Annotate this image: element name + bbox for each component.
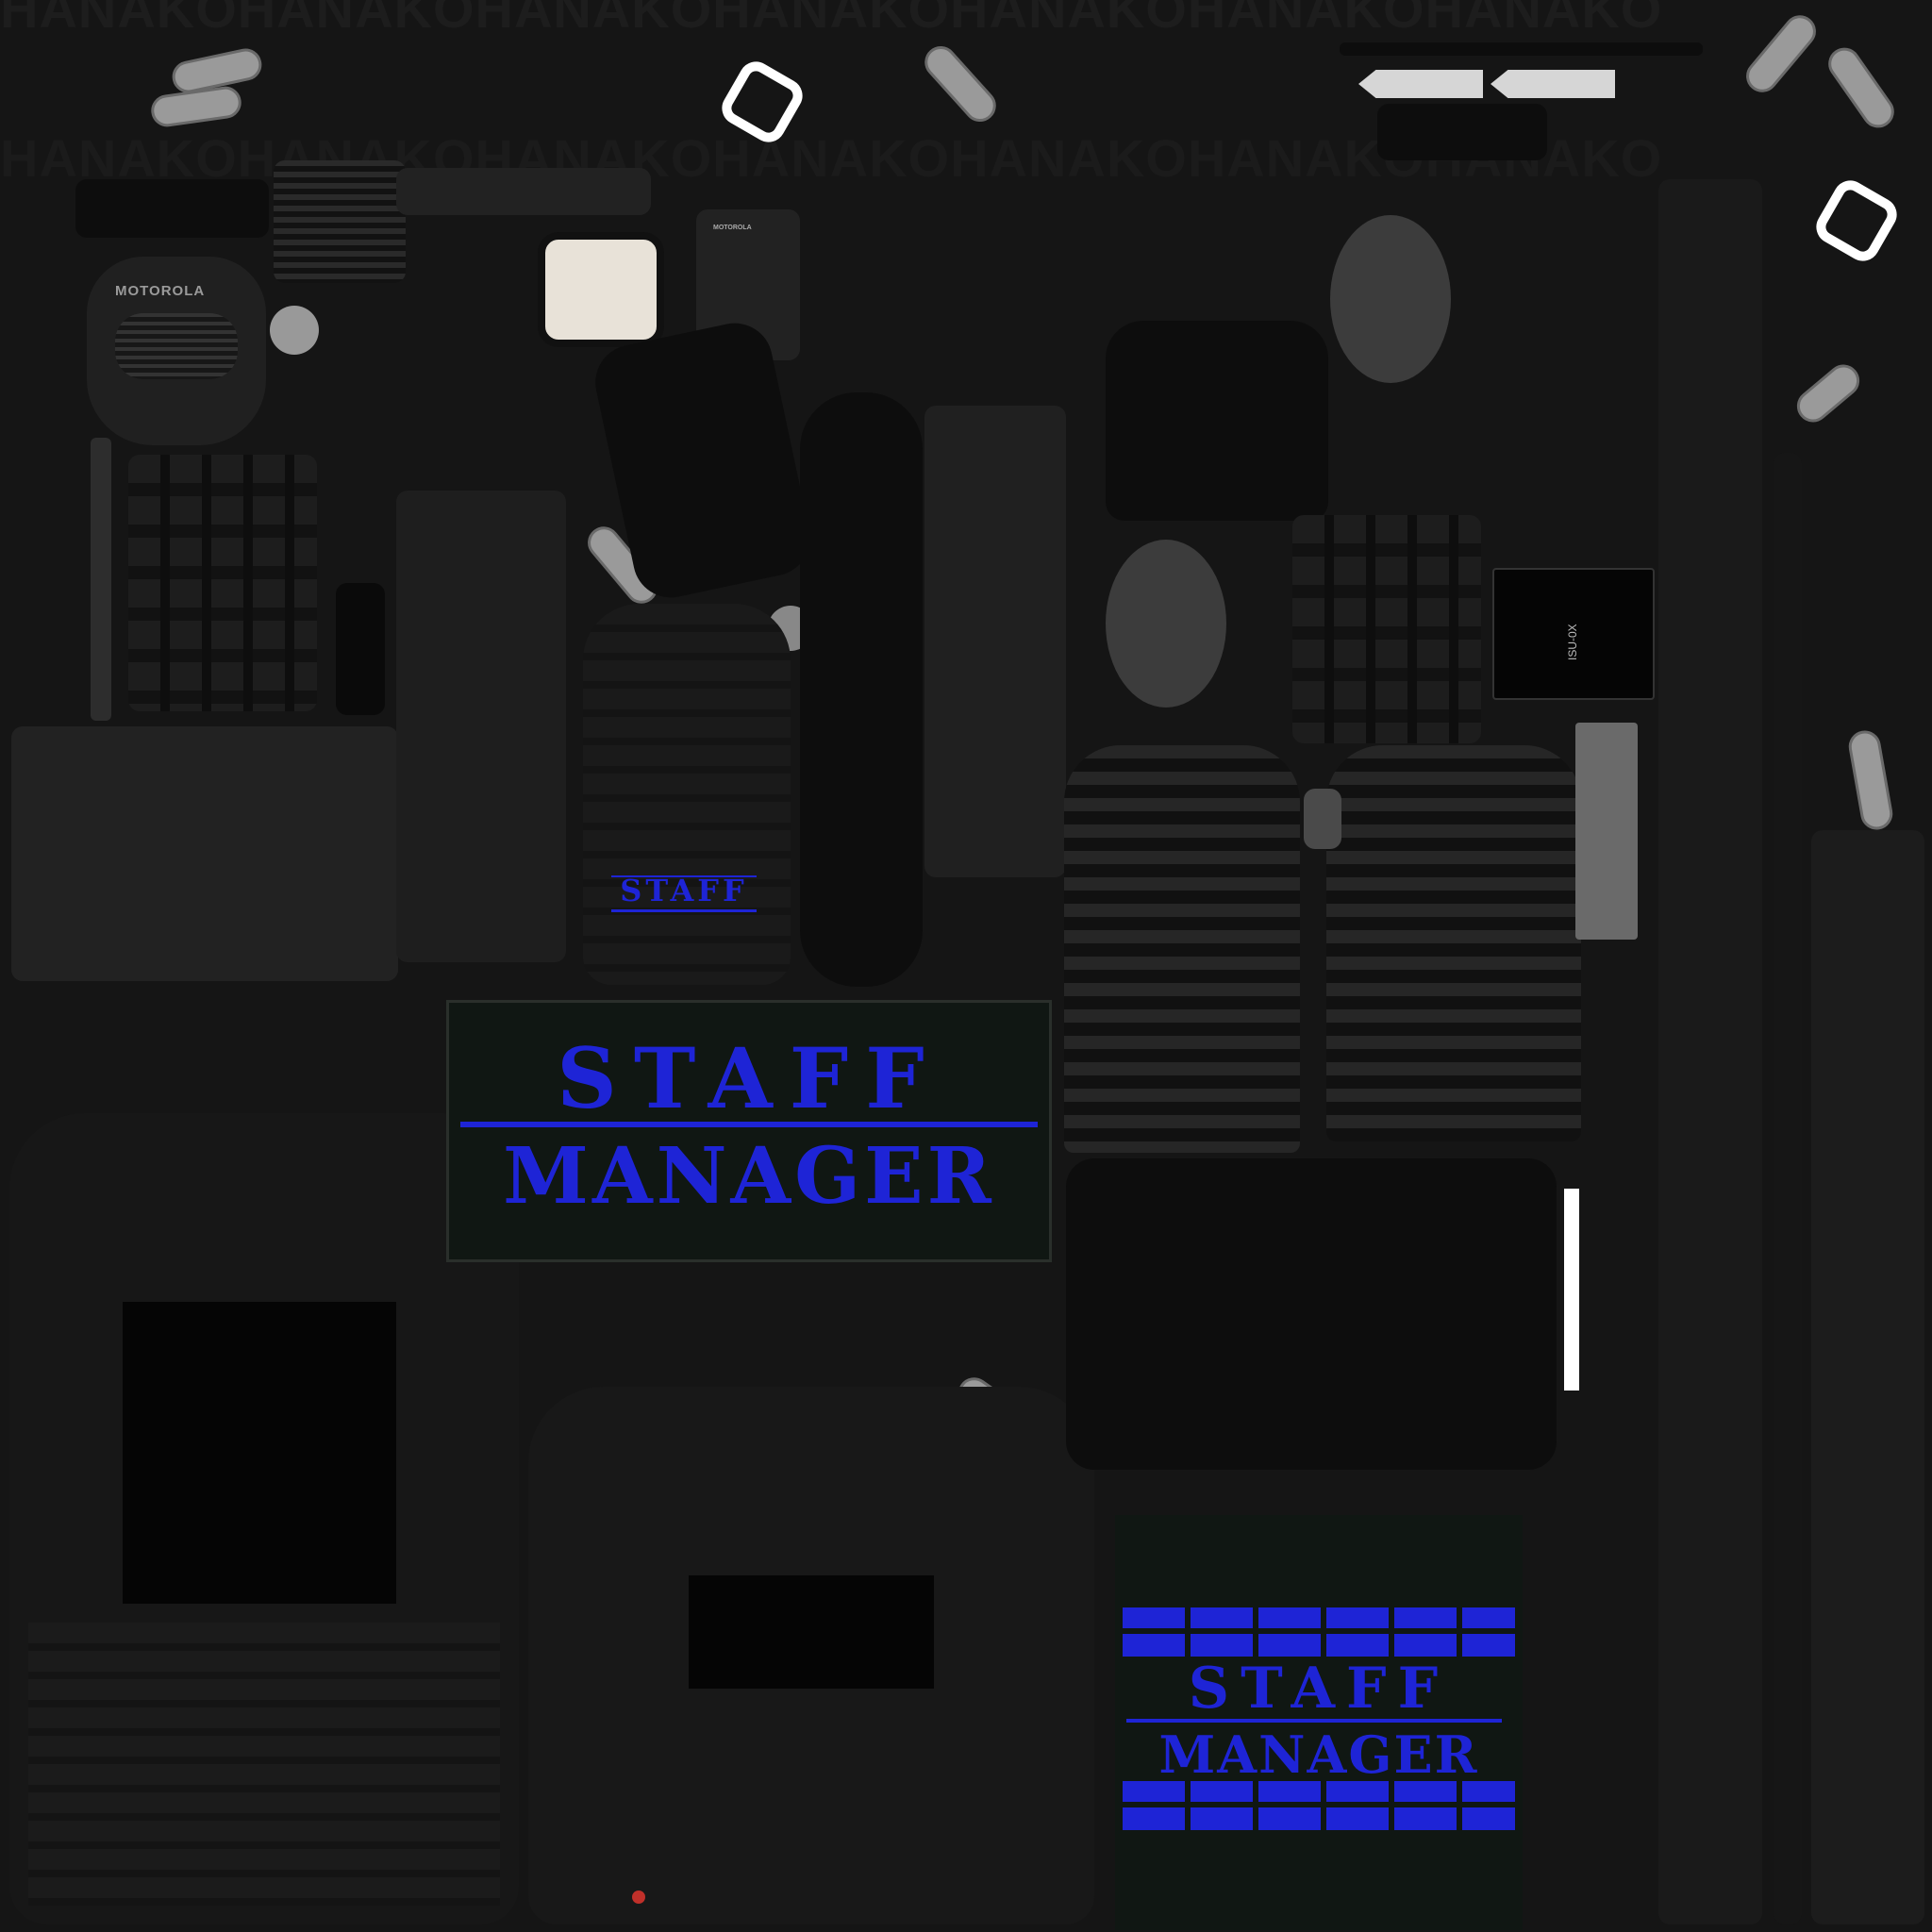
badge-staff-tiny: STAFF bbox=[604, 872, 764, 917]
white-tag-1 bbox=[1358, 70, 1483, 98]
plate-carrier-back bbox=[528, 1387, 1094, 1924]
plate-carrier-back-pocket bbox=[689, 1575, 934, 1689]
right-strap-long bbox=[1658, 179, 1762, 1924]
badge-small-divider bbox=[1126, 1719, 1502, 1723]
radio-brand-small: MOTOROLA bbox=[713, 225, 752, 231]
pouch-right-center bbox=[924, 406, 1066, 877]
badge-small-staff: STAFF bbox=[1188, 1656, 1450, 1722]
dark-panel-right bbox=[1066, 1158, 1557, 1470]
pouch-panel-left bbox=[11, 726, 398, 981]
pouch-center bbox=[583, 604, 791, 985]
badge-large-manager: MANAGER bbox=[503, 1131, 995, 1222]
radio-brand-label: MOTOROLA bbox=[115, 283, 206, 299]
badge-staff-manager-small: STAFF MANAGER bbox=[1115, 1515, 1523, 1930]
texture-clip-piece bbox=[396, 168, 651, 215]
white-ring-right bbox=[1809, 174, 1904, 268]
knob-round bbox=[270, 306, 319, 355]
white-strap-vertical bbox=[1564, 1189, 1579, 1391]
clip-right-2 bbox=[1846, 727, 1895, 833]
radio-screen bbox=[538, 232, 664, 347]
device-label: ISU-0X bbox=[1566, 624, 1579, 660]
plate-carrier-pocket bbox=[123, 1302, 396, 1604]
white-tag-2 bbox=[1491, 70, 1615, 98]
strap-figure-eight bbox=[800, 392, 923, 987]
metal-bar bbox=[1575, 723, 1638, 940]
clip-right-1 bbox=[1790, 358, 1867, 429]
clip-top-center bbox=[918, 39, 1003, 129]
plate-carrier-front bbox=[9, 1113, 519, 1924]
red-light bbox=[632, 1890, 645, 1904]
badge-large-divider bbox=[460, 1122, 1038, 1127]
badge-tiny-top-line bbox=[611, 875, 757, 877]
clip-top-left-2 bbox=[149, 84, 243, 129]
face-oval-1 bbox=[1330, 215, 1451, 383]
radio-grille bbox=[115, 313, 238, 379]
pouch-molle-left bbox=[128, 455, 317, 711]
badge-large-staff: STAFF bbox=[557, 1029, 941, 1127]
magazine-piece bbox=[336, 583, 385, 715]
face-oval-2 bbox=[1106, 540, 1226, 708]
watermark-row-top: HANAKOHANAKOHANAKOHANAKOHANAKOHANAKOHANA… bbox=[0, 0, 1663, 36]
metal-small bbox=[1304, 789, 1341, 849]
antenna-strip bbox=[91, 438, 111, 721]
badge-tiny-label: STAFF bbox=[620, 873, 748, 908]
texture-top-bar bbox=[1340, 42, 1703, 56]
black-block bbox=[1106, 321, 1328, 521]
right-strap-edge bbox=[1811, 830, 1924, 1924]
badge-small-bricks-top bbox=[1123, 1607, 1515, 1657]
pouch-tall-center bbox=[396, 491, 566, 962]
pouch-molle-right bbox=[1292, 515, 1481, 743]
badge-tiny-bottom-line bbox=[611, 909, 757, 912]
right-strap-narrow bbox=[1774, 453, 1802, 1924]
badge-small-bricks-bottom bbox=[1123, 1781, 1515, 1830]
striped-sleeve-left bbox=[1064, 745, 1300, 1153]
texture-strip-top bbox=[75, 179, 269, 238]
clip-top-right-2 bbox=[1822, 41, 1901, 135]
badge-small-manager: MANAGER bbox=[1158, 1724, 1479, 1785]
texture-speaker-grille bbox=[274, 160, 406, 283]
striped-sleeve-right bbox=[1326, 745, 1581, 1141]
badge-staff-manager-large: STAFF MANAGER bbox=[446, 1000, 1052, 1262]
plate-carrier-molle bbox=[28, 1623, 500, 1906]
texture-top-block bbox=[1377, 104, 1547, 160]
